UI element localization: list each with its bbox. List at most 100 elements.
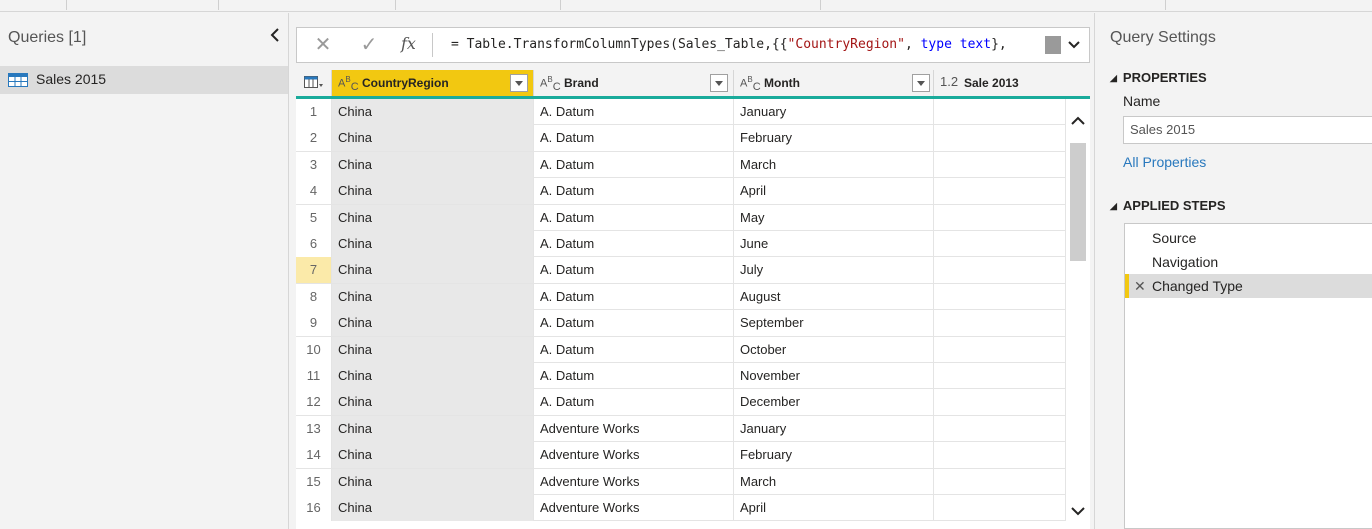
cell-sale-2013[interactable] [934, 468, 1066, 495]
all-properties-link[interactable]: All Properties [1123, 154, 1206, 170]
cell-month[interactable]: October [734, 336, 934, 363]
cell-brand[interactable]: A. Datum [534, 310, 734, 337]
row-number[interactable]: 2 [296, 125, 332, 152]
cell-month[interactable]: February [734, 442, 934, 469]
cell-sale-2013[interactable] [934, 231, 1066, 257]
cell-month[interactable]: July [734, 257, 934, 284]
cell-month[interactable]: January [734, 415, 934, 442]
applied-steps-heading[interactable]: ◢ APPLIED STEPS [1110, 198, 1226, 213]
cell-countryregion[interactable]: China [332, 257, 534, 284]
collapse-pane-icon[interactable] [268, 27, 282, 43]
cell-countryregion[interactable]: China [332, 204, 534, 231]
text-type-icon[interactable]: ABC [540, 75, 561, 93]
cell-sale-2013[interactable] [934, 363, 1066, 389]
row-number[interactable]: 3 [296, 151, 332, 178]
cell-countryregion[interactable]: China [332, 283, 534, 310]
cell-brand[interactable]: Adventure Works [534, 468, 734, 495]
row-number[interactable]: 6 [296, 231, 332, 257]
cell-countryregion[interactable]: China [332, 99, 534, 125]
cell-sale-2013[interactable] [934, 178, 1066, 205]
row-number[interactable]: 1 [296, 99, 332, 125]
cell-sale-2013[interactable] [934, 257, 1066, 284]
cell-brand[interactable]: A. Datum [534, 151, 734, 178]
formula-input[interactable]: = Table.TransformColumnTypes(Sales_Table… [451, 37, 1031, 52]
table-menu-button[interactable] [296, 70, 332, 96]
step-navigation[interactable]: Navigation [1125, 250, 1372, 274]
cell-sale-2013[interactable] [934, 336, 1066, 363]
cell-brand[interactable]: A. Datum [534, 99, 734, 125]
step-changed-type[interactable]: ✕ Changed Type [1125, 274, 1372, 298]
cell-countryregion[interactable]: China [332, 336, 534, 363]
cell-brand[interactable]: A. Datum [534, 178, 734, 205]
cell-brand[interactable]: A. Datum [534, 257, 734, 284]
row-number[interactable]: 13 [296, 415, 332, 442]
column-filter-dropdown[interactable] [510, 74, 528, 92]
cell-sale-2013[interactable] [934, 99, 1066, 125]
query-name-input[interactable]: Sales 2015 [1123, 116, 1372, 144]
query-item-sales-2015[interactable]: Sales 2015 [0, 66, 288, 94]
cell-month[interactable]: September [734, 310, 934, 337]
cell-countryregion[interactable]: China [332, 125, 534, 152]
cell-countryregion[interactable]: China [332, 442, 534, 469]
delete-step-icon[interactable]: ✕ [1134, 274, 1146, 298]
cell-sale-2013[interactable] [934, 415, 1066, 442]
cell-brand[interactable]: Adventure Works [534, 442, 734, 469]
cell-brand[interactable]: A. Datum [534, 283, 734, 310]
row-number[interactable]: 14 [296, 442, 332, 469]
cell-month[interactable]: March [734, 151, 934, 178]
column-filter-dropdown[interactable] [912, 74, 930, 92]
cell-countryregion[interactable]: China [332, 495, 534, 521]
cell-brand[interactable]: A. Datum [534, 125, 734, 152]
cell-countryregion[interactable]: China [332, 231, 534, 257]
row-number[interactable]: 16 [296, 495, 332, 521]
cell-month[interactable]: April [734, 495, 934, 521]
cell-month[interactable]: August [734, 283, 934, 310]
cell-countryregion[interactable]: China [332, 415, 534, 442]
cell-sale-2013[interactable] [934, 151, 1066, 178]
cell-countryregion[interactable]: China [332, 389, 534, 416]
cell-month[interactable]: January [734, 99, 934, 125]
cell-month[interactable]: February [734, 125, 934, 152]
row-number[interactable]: 8 [296, 283, 332, 310]
cell-sale-2013[interactable] [934, 283, 1066, 310]
column-header-sale-2013[interactable]: 1.2 Sale 2013 [934, 70, 1090, 96]
cell-brand[interactable]: A. Datum [534, 336, 734, 363]
commit-formula-icon[interactable]: ✓ [357, 33, 381, 57]
cell-sale-2013[interactable] [934, 442, 1066, 469]
scroll-up-icon[interactable] [1070, 113, 1086, 129]
row-number[interactable]: 12 [296, 389, 332, 416]
scroll-thumb[interactable] [1070, 143, 1086, 261]
vertical-scrollbar[interactable] [1066, 99, 1090, 529]
row-number[interactable]: 15 [296, 468, 332, 495]
cell-month[interactable]: June [734, 231, 934, 257]
cell-sale-2013[interactable] [934, 495, 1066, 521]
cell-brand[interactable]: Adventure Works [534, 495, 734, 521]
cell-brand[interactable]: A. Datum [534, 389, 734, 416]
column-header-countryregion[interactable]: ABC CountryRegion [332, 70, 534, 96]
fx-icon[interactable]: fx [401, 34, 416, 53]
column-header-month[interactable]: ABC Month [734, 70, 934, 96]
cell-month[interactable]: May [734, 204, 934, 231]
expand-formula-icon[interactable] [1065, 36, 1083, 54]
cell-countryregion[interactable]: China [332, 363, 534, 389]
cell-brand[interactable]: A. Datum [534, 204, 734, 231]
row-number[interactable]: 4 [296, 178, 332, 205]
text-type-icon[interactable]: ABC [740, 75, 761, 93]
cell-month[interactable]: March [734, 468, 934, 495]
cell-brand[interactable]: Adventure Works [534, 415, 734, 442]
row-number[interactable]: 11 [296, 363, 332, 389]
cell-countryregion[interactable]: China [332, 468, 534, 495]
cell-month[interactable]: November [734, 363, 934, 389]
cell-countryregion[interactable]: China [332, 310, 534, 337]
row-number[interactable]: 7 [296, 257, 332, 284]
cell-sale-2013[interactable] [934, 310, 1066, 337]
column-filter-dropdown[interactable] [710, 74, 728, 92]
step-source[interactable]: Source [1125, 226, 1372, 250]
cell-sale-2013[interactable] [934, 204, 1066, 231]
cell-sale-2013[interactable] [934, 389, 1066, 416]
cell-sale-2013[interactable] [934, 125, 1066, 152]
decimal-type-icon[interactable]: 1.2 [940, 74, 958, 89]
text-type-icon[interactable]: ABC [338, 75, 359, 93]
cell-brand[interactable]: A. Datum [534, 363, 734, 389]
row-number[interactable]: 10 [296, 336, 332, 363]
